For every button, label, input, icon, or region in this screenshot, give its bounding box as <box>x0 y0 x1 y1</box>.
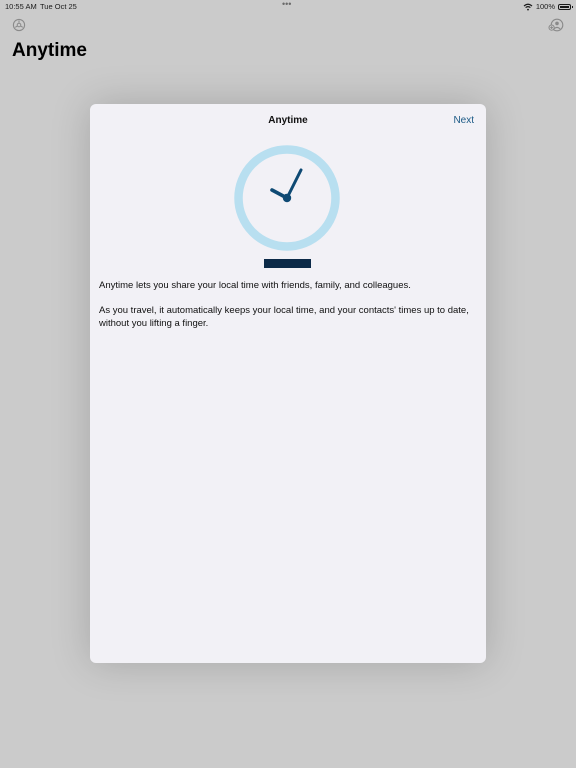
contacts-share-icon[interactable] <box>548 18 564 32</box>
settings-gear-icon[interactable] <box>12 18 26 32</box>
wifi-icon <box>523 3 533 11</box>
status-time: 10:55 AM <box>5 2 37 11</box>
status-date: Tue Oct 25 <box>40 2 77 11</box>
status-indicators: 100% <box>523 2 573 11</box>
status-bar: 10:55 AM Tue Oct 25 ••• 100% <box>0 0 576 12</box>
battery-full-icon <box>558 3 573 10</box>
multitasking-dots[interactable]: ••• <box>282 0 291 9</box>
next-button[interactable]: Next <box>453 115 474 126</box>
page-title: Anytime <box>12 40 87 61</box>
clock-icon <box>234 144 342 270</box>
battery-percent: 100% <box>535 2 555 11</box>
description-paragraph-2: As you travel, it automatically keeps yo… <box>99 305 469 329</box>
description-paragraph-1: Anytime lets you share your local time w… <box>99 280 411 291</box>
description: Anytime lets you share your local time w… <box>99 280 469 343</box>
sheet-title: Anytime <box>268 115 308 126</box>
onboarding-sheet: Anytime Next Anytime lets you share your… <box>90 104 486 663</box>
